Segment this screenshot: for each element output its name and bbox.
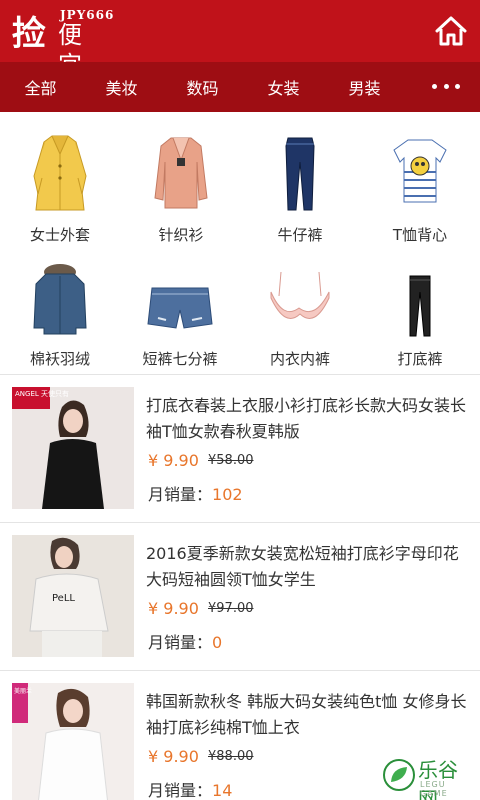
monthly-sales: 月销量：14 — [148, 777, 232, 800]
shorts-icon — [147, 287, 213, 329]
product-original-price: ¥97.00 — [208, 601, 254, 616]
category-label: 女士外套 — [29, 226, 90, 244]
coat-icon — [33, 135, 87, 211]
monthly-sales-count: 102 — [212, 485, 243, 504]
monthly-sales-count: 0 — [212, 633, 223, 652]
product-item[interactable]: PeLL 2016夏季新款女装宽松短袖打底衫字母印花大码短袖圆领T恤女学生 ¥ … — [0, 522, 480, 670]
category-label: 短裤七分裤 — [142, 350, 218, 368]
monthly-sales-label: 月销量： — [148, 633, 213, 652]
app-header: 捡 JPY666 便宜 — [0, 0, 480, 79]
category-parka[interactable]: 棉袄羽绒 — [0, 262, 120, 388]
monthly-sales: 月销量：0 — [148, 629, 222, 653]
cardigan-icon — [154, 137, 208, 209]
product-price: ¥ 9.90 — [148, 747, 199, 766]
product-image: PeLL — [12, 535, 134, 657]
home-button[interactable] — [434, 14, 468, 48]
tshirt-icon — [393, 139, 447, 203]
category-shorts[interactable]: 短裤七分裤 — [120, 262, 240, 388]
product-original-price: ¥88.00 — [208, 749, 254, 764]
category-label: T恤背心 — [392, 226, 448, 244]
category-grid: 女士外套 针织衫 牛仔裤 T恤背心 棉袄羽绒 短裤七分裤 内衣内裤 打底裤 — [0, 112, 480, 374]
category-label: 牛仔裤 — [277, 226, 323, 244]
home-icon — [435, 16, 467, 46]
product-title: 打底衣春装上衣服小衫打底衫长款大码女装长袖T恤女款春秋夏韩版 — [146, 396, 467, 441]
nav-item-men[interactable]: 男装 — [324, 75, 405, 99]
watermark: 乐谷网 LEGU GAME — [380, 752, 476, 800]
category-label: 打底裤 — [397, 350, 443, 368]
nav-item-digital[interactable]: 数码 — [162, 75, 243, 99]
bra-icon — [270, 271, 330, 319]
monthly-sales-label: 月销量： — [148, 485, 213, 504]
category-nav: 全部 美妆 数码 女装 男装 — [0, 62, 480, 112]
category-cardigan[interactable]: 针织衫 — [121, 132, 241, 258]
product-price: ¥ 9.90 — [148, 599, 199, 618]
product-price: ¥ 9.90 — [148, 451, 199, 470]
category-label: 内衣内裤 — [269, 350, 330, 368]
product-image: 美丽兰 — [12, 683, 134, 800]
svg-text:PeLL: PeLL — [52, 593, 75, 604]
category-leggings[interactable]: 打底裤 — [360, 262, 480, 388]
monthly-sales-count: 14 — [212, 781, 233, 800]
category-bra[interactable]: 内衣内裤 — [240, 262, 360, 388]
watermark-sub: LEGU GAME — [420, 780, 448, 798]
product-badge: ANGEL 天使只有 — [15, 389, 69, 398]
category-jeans[interactable]: 牛仔裤 — [240, 132, 360, 258]
jeans-icon — [285, 137, 315, 211]
more-dots-icon[interactable] — [432, 76, 460, 96]
category-label: 针织衫 — [158, 226, 204, 244]
monthly-sales: 月销量：102 — [148, 481, 243, 505]
nav-item-beauty[interactable]: 美妆 — [81, 75, 162, 99]
category-tshirt[interactable]: T恤背心 — [360, 132, 480, 258]
product-image: ANGEL 天使只有 — [12, 387, 134, 509]
category-coat[interactable]: 女士外套 — [0, 132, 120, 258]
leaf-logo-icon — [383, 759, 415, 791]
category-label: 棉袄羽绒 — [29, 350, 90, 368]
nav-item-women[interactable]: 女装 — [243, 75, 324, 99]
nav-item-all[interactable]: 全部 — [0, 75, 81, 99]
product-title: 韩国新款秋冬 韩版大码女装纯色t恤 女修身长袖打底衫纯棉T恤上衣 — [146, 692, 467, 737]
leggings-icon — [409, 275, 431, 337]
parka-icon — [33, 264, 87, 335]
product-title: 2016夏季新款女装宽松短袖打底衫字母印花大码短袖圆领T恤女学生 — [146, 544, 459, 589]
logo-char: 捡 — [12, 14, 46, 54]
product-badge: 美丽兰 — [14, 687, 32, 695]
product-original-price: ¥58.00 — [208, 453, 254, 468]
product-item[interactable]: ANGEL 天使只有 打底衣春装上衣服小衫打底衫长款大码女装长袖T恤女款春秋夏韩… — [0, 374, 480, 522]
monthly-sales-label: 月销量： — [148, 781, 213, 800]
